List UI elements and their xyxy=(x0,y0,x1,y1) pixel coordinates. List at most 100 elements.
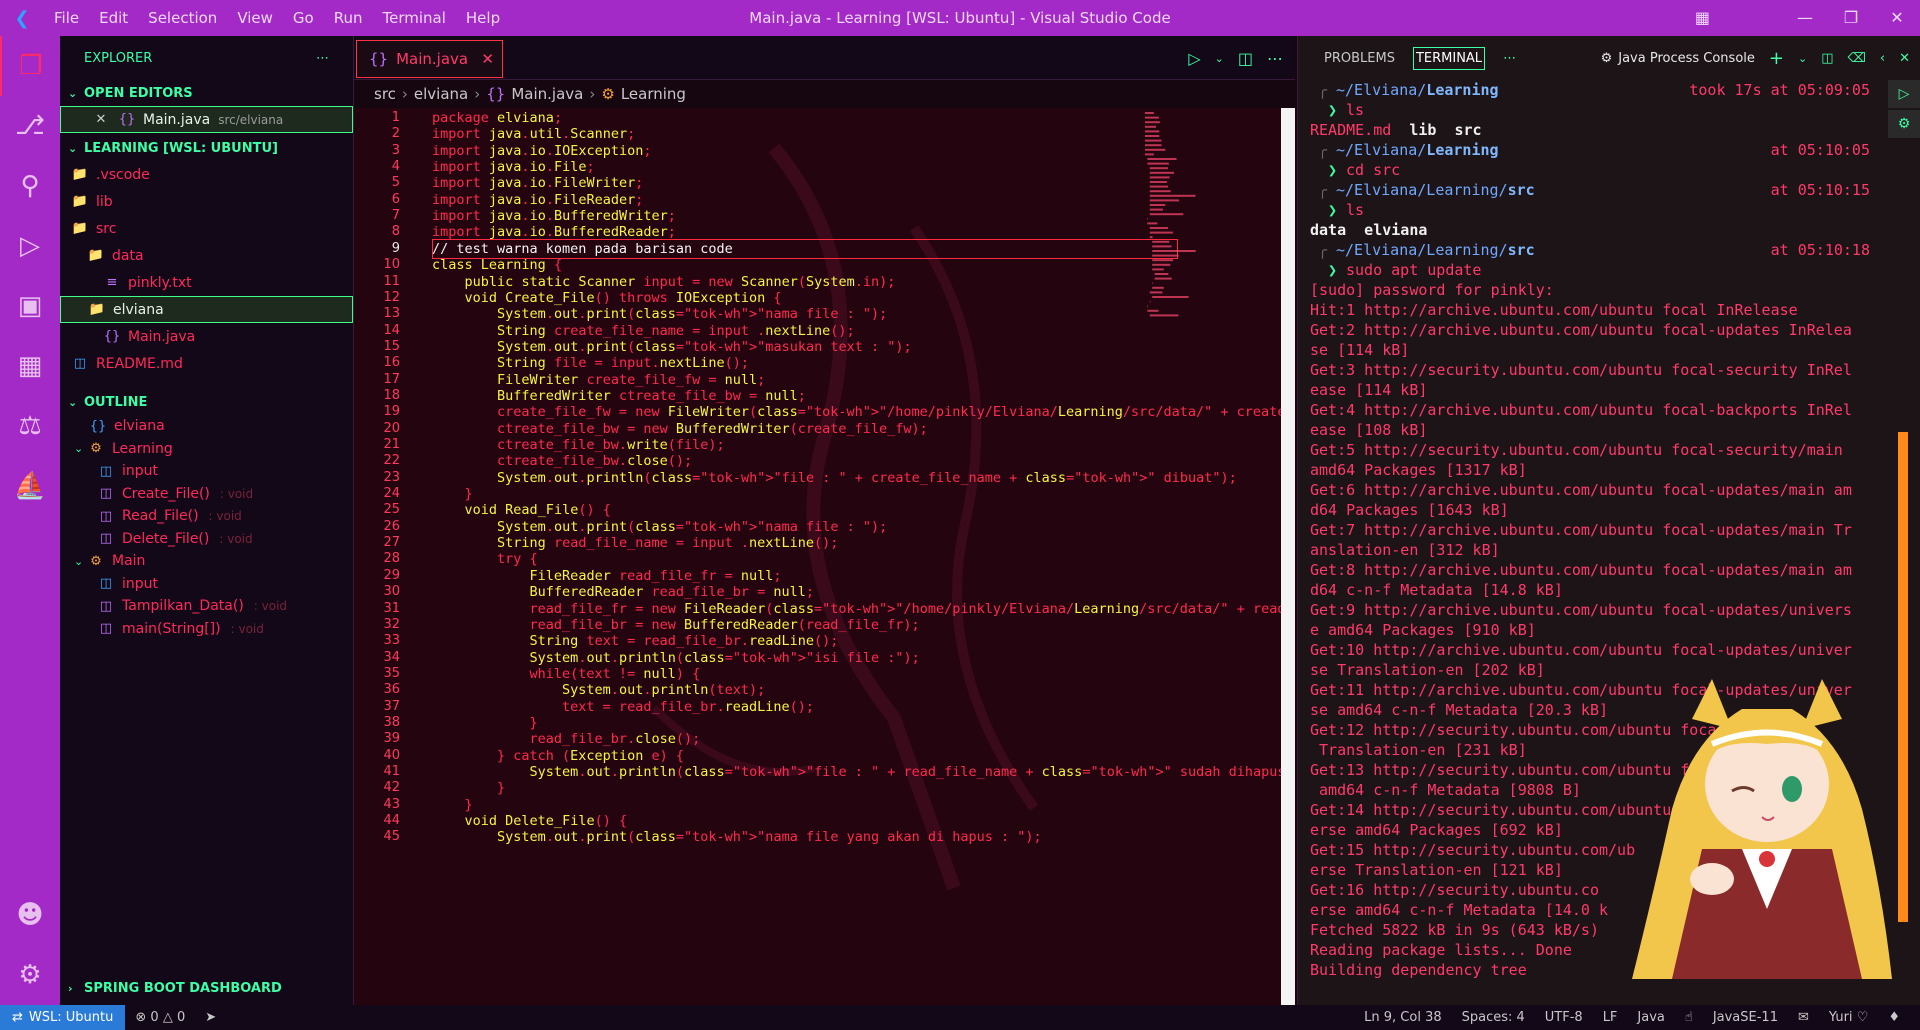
terminal-line: Get:3 http://security.ubuntu.com/ubuntu … xyxy=(1310,361,1852,379)
outline-item[interactable]: {} elviana xyxy=(60,415,353,438)
folder-icon: 📁 xyxy=(71,221,89,236)
indentation[interactable]: Spaces: 4 xyxy=(1452,1010,1535,1025)
terminal-line: Get:5 http://security.ubuntu.com/ubuntu … xyxy=(1310,441,1843,459)
breadcrumb-item[interactable]: Learning xyxy=(621,85,686,103)
file-icon: 📁 xyxy=(71,167,89,182)
outline-item[interactable]: ⌄ ⚙ Main xyxy=(60,550,353,573)
tree-item[interactable]: 📁 elviana xyxy=(60,296,353,323)
outline-item[interactable]: ◫ Delete_File(): void xyxy=(60,528,353,551)
command-text: sudo apt update xyxy=(1346,261,1482,279)
terminal-selector[interactable]: ⚙ Java Process Console xyxy=(1601,51,1755,66)
outline-item[interactable]: ◫ input xyxy=(60,460,353,483)
breadcrumb-item[interactable]: elviana xyxy=(414,85,468,103)
close-tab-icon[interactable]: ✕ xyxy=(481,50,494,68)
encoding[interactable]: UTF-8 xyxy=(1535,1010,1593,1025)
menu-item[interactable]: Help xyxy=(456,9,510,27)
terminal-line: Get:9 http://archive.ubuntu.com/ubuntu f… xyxy=(1310,601,1852,619)
split-editor-icon[interactable]: ◫ xyxy=(1238,49,1253,68)
terminal-actions: ⚙ Java Process Console + ⌄ ◫ ⌫ ‹ ✕ xyxy=(1601,36,1910,80)
tab-terminal[interactable]: TERMINAL xyxy=(1412,46,1486,70)
more-actions-icon[interactable]: ⋯ xyxy=(316,51,329,66)
close-icon[interactable]: ✕ xyxy=(91,112,111,127)
source-control-icon[interactable]: ⎇ xyxy=(0,96,60,156)
run-debug-icon[interactable]: ▷ xyxy=(0,216,60,276)
tree-item[interactable]: 📁 .vscode xyxy=(60,161,353,188)
problems-indicator[interactable]: ⊗ 0 △ 0 xyxy=(125,1010,195,1025)
search-icon[interactable]: ⚲ xyxy=(0,156,60,216)
split-terminal-icon[interactable]: ◫ xyxy=(1821,51,1833,66)
chevron-down-icon[interactable]: ⌄ xyxy=(1798,52,1807,65)
minimap[interactable] xyxy=(1145,112,1205,332)
folder-icon: 📁 xyxy=(87,248,105,263)
tree-item[interactable]: {} Main.java xyxy=(60,323,353,350)
tree-item[interactable]: 📁 src xyxy=(60,215,353,242)
chevron-left-icon[interactable]: ‹ xyxy=(1880,51,1885,66)
live-share-icon[interactable]: ➤ xyxy=(195,1010,226,1025)
code-editor[interactable]: 1 2 3 4 5 6 7 8 9 10 11 12 13 14 15 16 17 18 19 20 21 22 23 24 2… xyxy=(354,108,1295,1005)
breadcrumb-item[interactable]: src xyxy=(374,85,396,103)
menu-item[interactable]: Run xyxy=(324,9,373,27)
menu-item[interactable]: View xyxy=(227,9,283,27)
minimize-icon[interactable]: — xyxy=(1782,0,1828,36)
tree-item-label: .vscode xyxy=(96,166,150,183)
menu-item[interactable]: File xyxy=(44,9,89,27)
outline-section[interactable]: ⌄ OUTLINE xyxy=(60,389,353,415)
editor-scrollbar[interactable] xyxy=(1281,108,1295,1005)
spring-boot-section[interactable]: › SPRING BOOT DASHBOARD xyxy=(60,975,282,1001)
explorer-icon[interactable]: ❐ xyxy=(0,36,60,96)
tree-item[interactable]: ≡ pinkly.txt xyxy=(60,269,353,296)
end-of-line[interactable]: LF xyxy=(1593,1010,1628,1025)
trash-icon[interactable]: ⌫ xyxy=(1848,51,1866,66)
feedback-icon[interactable]: ✉ xyxy=(1788,1010,1819,1025)
thumbs-up-icon[interactable]: ☝ xyxy=(1675,1010,1703,1025)
remote-indicator[interactable]: ⇄ WSL: Ubuntu xyxy=(0,1005,126,1030)
more-actions-icon[interactable]: ⋯ xyxy=(1267,49,1283,68)
file-tree: 📁 .vscode 📁 lib 📁 src 📁 data ≡ pinkly.txt 📁 elviana… xyxy=(60,161,353,377)
more-actions-icon[interactable]: ⋯ xyxy=(1501,47,1518,70)
tree-item[interactable]: 📁 data xyxy=(60,242,353,269)
outline-item[interactable]: ◫ Read_File(): void xyxy=(60,505,353,528)
menu-item[interactable]: Terminal xyxy=(373,9,456,27)
outline-item[interactable]: ⌄ ⚙ Learning xyxy=(60,438,353,461)
outline-item[interactable]: ◫ input xyxy=(60,573,353,596)
cursor-position[interactable]: Ln 9, Col 38 xyxy=(1354,1010,1451,1025)
tree-item[interactable]: ◫ README.md xyxy=(60,350,353,377)
close-panel-icon[interactable]: ✕ xyxy=(1899,51,1910,66)
workspace-section[interactable]: ⌄ LEARNING [WSL: UBUNTU] xyxy=(60,135,353,161)
java-runtime[interactable]: JavaSE-11 xyxy=(1703,1010,1788,1025)
language-mode[interactable]: Java xyxy=(1627,1010,1674,1025)
chevron-down-icon[interactable]: ⌄ xyxy=(1215,52,1224,65)
docker-icon[interactable]: ⛵ xyxy=(0,456,60,516)
testing-icon[interactable]: ⚖ xyxy=(0,396,60,456)
warning-count: 0 xyxy=(176,1010,186,1025)
remote-explorer-icon[interactable]: ▣ xyxy=(0,276,60,336)
prompt-line: ╭ ~/Elviana/Learning/src at 05:10:15 xyxy=(1310,180,1890,200)
terminal-line: Get:2 http://archive.ubuntu.com/ubuntu f… xyxy=(1310,321,1852,339)
prompt-curve-icon: ╭ xyxy=(1318,81,1328,99)
tree-item[interactable]: 📁 lib xyxy=(60,188,353,215)
open-editor-item[interactable]: ✕ {} Main.java src/elviana xyxy=(60,106,353,133)
terminal-tab-icon[interactable]: ▷ xyxy=(1888,80,1920,108)
new-terminal-icon[interactable]: + xyxy=(1769,48,1784,69)
tab-main-java[interactable]: {} Main.java ✕ xyxy=(356,40,503,78)
run-icon[interactable]: ▷ xyxy=(1188,49,1200,68)
extensions-icon[interactable]: ▦ xyxy=(0,336,60,396)
open-editors-section[interactable]: ⌄ OPEN EDITORS xyxy=(60,80,353,106)
tab-problems[interactable]: PROBLEMS xyxy=(1322,47,1397,70)
debug-console-icon[interactable]: ⚙ xyxy=(1888,110,1920,138)
close-icon[interactable]: ✕ xyxy=(1874,0,1920,36)
account-icon[interactable]: ☻ xyxy=(0,885,60,945)
menu-item[interactable]: Selection xyxy=(138,9,227,27)
restore-icon[interactable]: ❐ xyxy=(1828,0,1874,36)
notifications-icon[interactable]: ♦ xyxy=(1878,1010,1910,1025)
menu-item[interactable]: Go xyxy=(283,9,324,27)
settings-gear-icon[interactable]: ⚙ xyxy=(0,945,60,1005)
outline-item[interactable]: ◫ main(String[]): void xyxy=(60,618,353,641)
terminal-line: Get:8 http://archive.ubuntu.com/ubuntu f… xyxy=(1310,561,1852,579)
outline-item[interactable]: ◫ Create_File(): void xyxy=(60,483,353,506)
breadcrumb-item[interactable]: Main.java xyxy=(511,85,583,103)
user-label[interactable]: Yuri ♡ xyxy=(1819,1010,1878,1025)
outline-item[interactable]: ◫ Tampilkan_Data(): void xyxy=(60,595,353,618)
menu-item[interactable]: Edit xyxy=(89,9,138,27)
customize-layout-icon[interactable]: ▦ xyxy=(1695,8,1710,27)
